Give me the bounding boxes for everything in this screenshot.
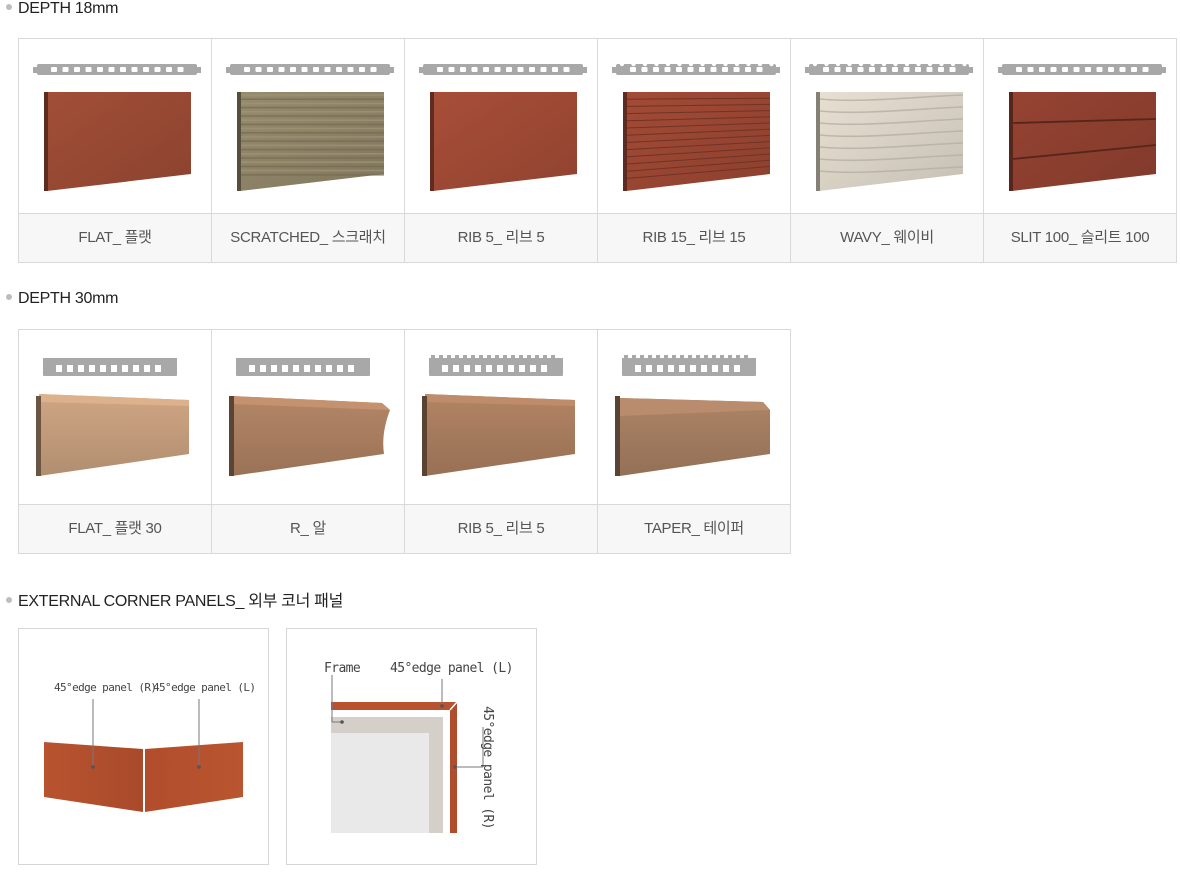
panel-image <box>19 330 211 505</box>
panel-card: FLAT_ 플랫 30 <box>19 330 212 554</box>
panel-card: TAPER_ 테이퍼 <box>598 330 791 554</box>
panel-drawing <box>615 355 770 476</box>
profile-section-icon <box>226 64 394 75</box>
edge-panel-l-shape <box>145 742 243 812</box>
section-title-corner: EXTERNAL CORNER PANELS_ 외부 코너 패널 <box>6 587 343 611</box>
profile-section-icon <box>805 61 973 75</box>
panel-illustration <box>615 396 770 476</box>
section-title-text: DEPTH 30mm <box>18 290 119 307</box>
panel-illustration <box>237 92 384 191</box>
corner-panel-front-illustration <box>44 699 243 812</box>
profile-section-icon <box>612 61 780 75</box>
section-title-text: EXTERNAL CORNER PANELS_ 외부 코너 패널 <box>18 593 344 610</box>
panel-caption: RIB 5_ 리브 5 <box>405 214 597 262</box>
panel-image <box>405 39 597 214</box>
panel-drawing <box>998 64 1166 191</box>
bullet-icon <box>6 293 12 300</box>
panel-card: FLAT_ 플랫 <box>19 39 212 263</box>
panel-image <box>212 39 404 214</box>
panel-illustration <box>1009 92 1157 191</box>
panel-drawing <box>419 64 587 191</box>
panel-drawing <box>33 64 201 191</box>
panel-card: RIB 5_ 리브 5 <box>405 39 598 263</box>
panel-caption: SLIT 100_ 슬리트 100 <box>984 214 1176 262</box>
panel-card: WAVY_ 웨이비 <box>791 39 984 263</box>
profile-section-icon <box>622 355 756 376</box>
panel-card: SCRATCHED_ 스크래치 <box>212 39 405 263</box>
panel-image <box>984 39 1176 214</box>
panel-illustration <box>44 92 191 191</box>
bullet-icon <box>6 596 12 603</box>
panel-caption: RIB 15_ 리브 15 <box>598 214 790 262</box>
profile-section-icon <box>43 358 177 376</box>
label-edge-panel-r: 45°edge panel (R) <box>479 706 495 829</box>
profile-section-icon <box>429 355 563 376</box>
panel-image <box>598 330 790 505</box>
profile-section-icon <box>33 64 201 75</box>
panel-card: RIB 5_ 리브 5 <box>405 330 598 554</box>
edge-panel-l-top <box>331 702 457 710</box>
bullet-icon <box>6 3 12 10</box>
panel-illustration <box>422 394 575 476</box>
panel-card: R_ 알 <box>212 330 405 554</box>
panel-caption: TAPER_ 테이퍼 <box>598 505 790 553</box>
panel-illustration <box>816 92 964 191</box>
profile-section-icon <box>419 64 587 75</box>
panel-caption: FLAT_ 플랫 30 <box>19 505 211 553</box>
panel-image <box>791 39 983 214</box>
panel-image <box>598 39 790 214</box>
panel-caption: R_ 알 <box>212 505 404 553</box>
section-title-text: DEPTH 18mm <box>18 0 119 17</box>
panel-image <box>405 330 597 505</box>
panel-caption: RIB 5_ 리브 5 <box>405 505 597 553</box>
label-edge-panel-l: 45°edge panel (L) <box>153 681 256 694</box>
depth30-grid: FLAT_ 플랫 30 R_ 알 RIB 5_ 리브 5 TAPER_ 테이퍼 <box>18 329 791 554</box>
panel-illustration <box>623 92 771 191</box>
section-title-depth30: DEPTH 30mm <box>6 290 118 308</box>
profile-section-icon <box>998 64 1166 75</box>
profile-section-icon <box>236 358 370 376</box>
panel-illustration <box>229 396 390 476</box>
panel-drawing <box>229 358 390 476</box>
panel-image <box>19 39 211 214</box>
panel-illustration <box>430 92 577 191</box>
corner-panel-front-view: 45°edge panel (R) 45°edge panel (L) <box>18 628 269 865</box>
label-edge-panel-r: 45°edge panel (R) <box>54 681 157 694</box>
label-frame: Frame <box>324 661 361 676</box>
depth18-grid: FLAT_ 플랫 SCRATCHED_ 스크래치 RIB 5_ 리브 5 RIB 15… <box>18 38 1177 263</box>
section-title-depth18: DEPTH 18mm <box>6 0 118 18</box>
panel-image <box>212 330 404 505</box>
panel-caption: SCRATCHED_ 스크래치 <box>212 214 404 262</box>
panel-caption: FLAT_ 플랫 <box>19 214 211 262</box>
panel-drawing <box>226 64 394 191</box>
panel-drawing <box>612 61 780 191</box>
label-edge-panel-l: 45°edge panel (L) <box>390 661 513 676</box>
panel-card: SLIT 100_ 슬리트 100 <box>984 39 1177 263</box>
panel-drawing <box>36 358 189 476</box>
panel-caption: WAVY_ 웨이비 <box>791 214 983 262</box>
panel-drawing <box>422 355 575 476</box>
panel-card: RIB 15_ 리브 15 <box>598 39 791 263</box>
panel-illustration <box>36 394 189 476</box>
corner-panel-plan-view: Frame 45°edge panel (L) 45°edge panel (R… <box>286 628 537 865</box>
panel-drawing <box>805 61 973 191</box>
